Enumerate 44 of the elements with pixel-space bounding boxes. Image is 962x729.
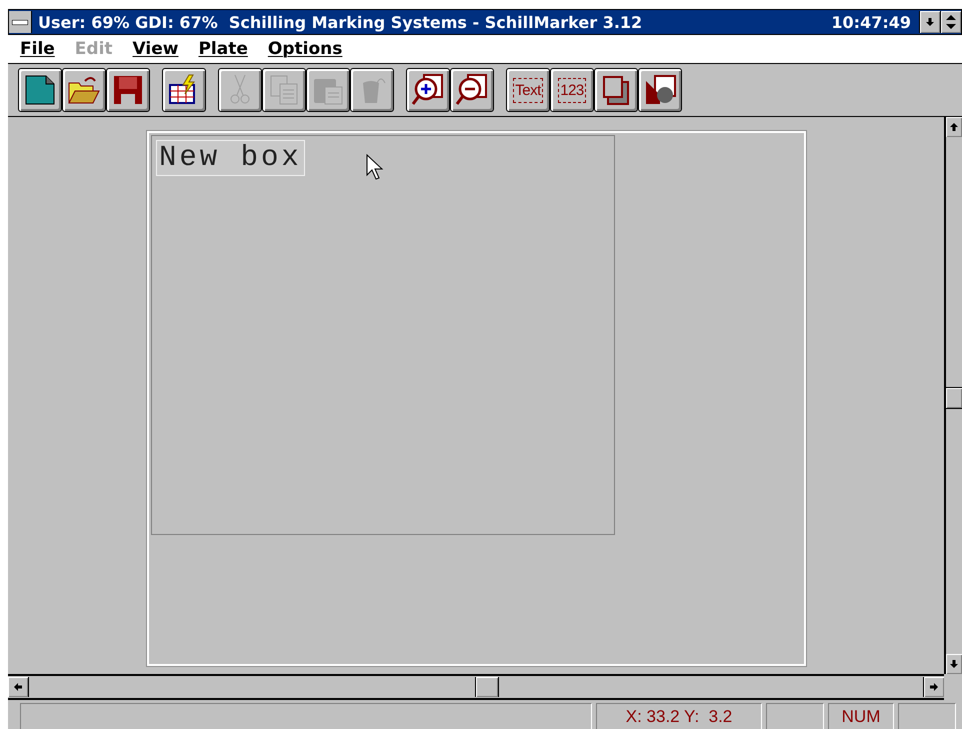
scroll-left-button[interactable]	[8, 677, 29, 697]
toolbar-button[interactable]	[638, 68, 682, 112]
scroll-down-button[interactable]	[946, 654, 962, 674]
window-title: User: 69% GDI: 67% Schilling Marking Systems - SchillMarker 3.12	[37, 12, 644, 32]
box-text[interactable]: New box	[156, 140, 305, 176]
mouse-pointer-icon	[366, 154, 384, 182]
arrow-icon	[925, 17, 935, 27]
minimize-button[interactable]	[919, 11, 940, 33]
menu-item[interactable]: File	[12, 39, 63, 59]
toolbar-button[interactable]: 123	[550, 68, 594, 112]
zoom-out-icon	[454, 72, 490, 108]
menu-item[interactable]: Plate	[190, 39, 256, 59]
scroll-right-button[interactable]	[923, 677, 944, 697]
menu-item[interactable]: Options	[260, 39, 350, 59]
scroll-up-button[interactable]	[946, 117, 962, 137]
status-pane	[766, 703, 824, 729]
restore-icon	[946, 15, 956, 29]
toolbar-button[interactable]: Text	[506, 68, 550, 112]
toolbar-button[interactable]	[594, 68, 638, 112]
clock: 10:47:49	[831, 12, 912, 32]
zoom-in-icon	[410, 72, 446, 108]
restore-button[interactable]	[940, 11, 961, 33]
num-lock-indicator: NUM	[828, 703, 894, 729]
coordinates-readout: X: 33.2 Y: 3.2	[596, 703, 762, 729]
scroll-thumb[interactable]	[475, 677, 499, 697]
toolbar-button[interactable]	[450, 68, 494, 112]
arrow-icon	[13, 682, 23, 692]
shapes-icon	[643, 73, 677, 107]
toolbar-button[interactable]	[62, 68, 106, 112]
arrow-icon	[929, 682, 939, 692]
horizontal-scrollbar[interactable]	[8, 674, 944, 700]
arrow-icon	[949, 122, 959, 132]
toolbar-button[interactable]	[406, 68, 450, 112]
scroll-thumb[interactable]	[946, 387, 962, 409]
status-pane	[898, 703, 956, 729]
menu-item[interactable]: View	[124, 39, 186, 59]
toolbar-button[interactable]	[162, 68, 206, 112]
new-page-icon	[23, 73, 57, 107]
arrow-icon	[949, 659, 959, 669]
toolbar-button[interactable]	[106, 68, 150, 112]
system-menu-button[interactable]	[9, 11, 32, 33]
vertical-scrollbar[interactable]	[944, 117, 962, 674]
minus-icon	[12, 20, 28, 24]
toolbar-button[interactable]	[18, 68, 62, 112]
